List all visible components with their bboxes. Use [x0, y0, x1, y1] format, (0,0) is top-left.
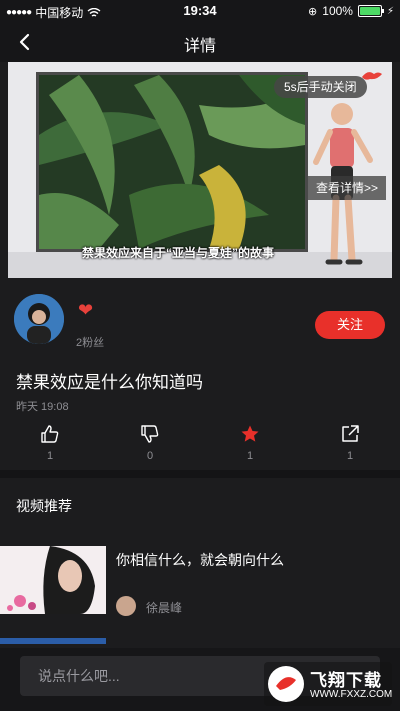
comment-bar: 说点什么吧... 飞翔下载 WWW.FXXZ.COM [0, 648, 400, 711]
action-bar: 1 0 1 1 [0, 424, 400, 464]
favorite-button[interactable]: 1 [230, 424, 270, 462]
like-button[interactable]: 1 [30, 424, 70, 462]
recommend-author-name: 徐晨峰 [146, 601, 183, 615]
leaf-artwork [39, 75, 305, 249]
recommend-thumbnail [0, 546, 106, 614]
nav-bar: 详情 [0, 22, 400, 62]
share-button[interactable]: 1 [330, 424, 370, 462]
dislike-count: 0 [146, 450, 154, 462]
page-title: 详情 [183, 38, 216, 55]
watermark-url: WWW.FXXZ.COM [310, 689, 393, 700]
recommend-item-title: 你相信什么，就会朝向什么 [116, 552, 284, 568]
heart-icon: ❤ [78, 300, 94, 320]
auto-close-button[interactable]: 5s后手动关闭 [274, 76, 367, 98]
section-divider [0, 470, 400, 478]
recommend-item[interactable]: 你相信什么，就会朝向什么 徐晨峰 [0, 546, 400, 616]
recommend-title: 视频推荐 [16, 498, 72, 514]
share-count: 1 [346, 450, 354, 462]
fans-count: 2粉丝 [76, 337, 105, 349]
charging-icon: ⚡ [386, 5, 394, 17]
watermark-badge-icon [268, 666, 304, 702]
author-row: ❤ 2粉丝 关注 [0, 294, 400, 350]
avatar-portrait [14, 294, 64, 344]
share-icon [342, 425, 359, 442]
like-count: 1 [46, 450, 54, 462]
author-avatar[interactable] [14, 294, 64, 344]
follow-button[interactable]: 关注 [315, 311, 385, 339]
video-player[interactable]: 5s后手动关闭 查看详情>> 禁果效应来自于“亚当与夏娃”的故事 [8, 62, 392, 278]
battery-percent: 100% [322, 4, 353, 18]
status-bar: ●●●●● 中国移动 19:34 ⊕ 100% ⚡ [0, 0, 400, 22]
recommend-item-next[interactable] [0, 638, 106, 644]
watermark-logo: 飞翔下载 WWW.FXXZ.COM [264, 662, 392, 706]
battery-icon [357, 5, 384, 17]
star-icon [241, 425, 259, 442]
thumbnail-portrait [0, 546, 106, 614]
video-painting [36, 72, 308, 252]
rotation-lock-icon: ⊕ [308, 5, 318, 18]
post-title: 禁果效应是什么你知道吗 [16, 373, 203, 392]
thumbs-up-icon [41, 425, 59, 443]
watermark-text: 飞翔下载 [310, 671, 382, 690]
thumbs-down-icon [141, 425, 159, 443]
recommend-author-avatar [116, 596, 136, 616]
view-details-link[interactable]: 查看详情>> [308, 176, 387, 200]
post-time: 昨天 19:08 [16, 401, 69, 413]
video-subtitle: 禁果效应来自于“亚当与夏娃”的故事 [81, 246, 274, 260]
dislike-button[interactable]: 0 [130, 424, 170, 462]
favorite-count: 1 [246, 450, 254, 462]
